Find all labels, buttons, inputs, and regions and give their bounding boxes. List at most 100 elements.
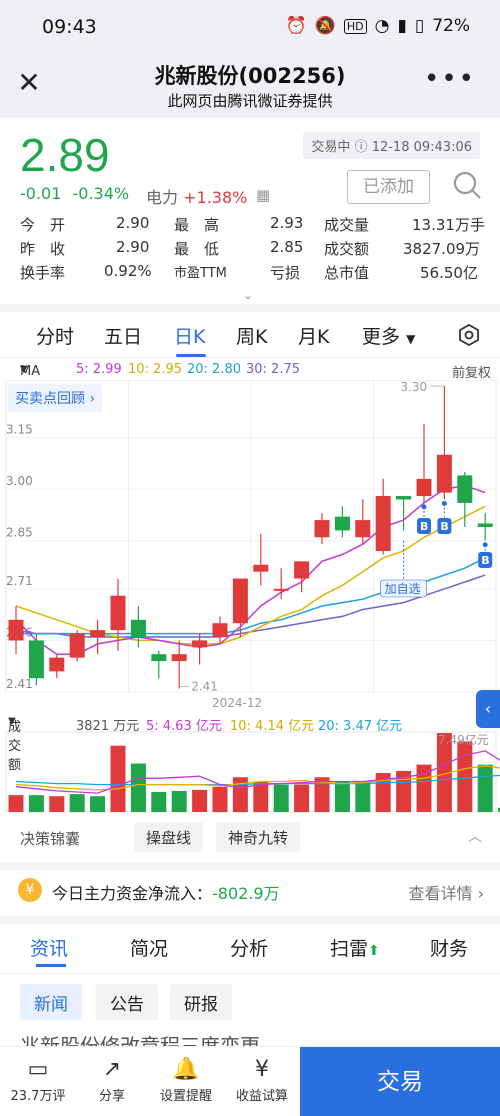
tab-monthly-k[interactable]: 月K [298,322,329,349]
tab-news-info[interactable]: 资讯 [30,934,68,961]
volume-legend: 成交额 ▼ 3821 万元 5: 4.63 亿元 10: 4.14 亿元 20:… [0,714,500,773]
candle-body [151,654,167,662]
y-tick-label: 3.00 [6,474,33,488]
ma5-value: 5: 2.99 [76,362,122,377]
decision-label: 决策锦囊 [20,830,81,848]
y-tick-label: 2.71 [6,574,33,588]
stat-value: 亏损 [270,264,301,282]
yen-shield-icon: ¥ [255,1057,269,1082]
stat-value: 0.92% [104,262,152,280]
search-icon[interactable] [450,168,484,202]
volume-max-label: 7.49亿元 [438,732,489,747]
volume-amount: 3821 万元 [76,719,140,734]
tab-more[interactable]: 更多 ▼ [362,322,415,349]
volume-bar [130,763,146,812]
added-watchlist-button[interactable]: 已添加 [347,170,430,204]
settings-icon[interactable] [458,324,480,346]
view-detail-link[interactable]: 查看详情 › [409,880,485,904]
grid-icon[interactable]: ▦ [256,186,270,204]
share-label: 分享 [98,1089,125,1104]
candle-body [192,640,208,648]
candle-body [396,496,412,500]
caret-down-icon: ▼ [406,332,416,346]
hd-icon: HD [343,18,367,34]
subtab-research[interactable]: 研报 [170,984,232,1020]
volume-bar [28,795,44,812]
tab-daily-k[interactable]: 日K [174,322,205,349]
tab-finance[interactable]: 财务 [430,934,468,961]
buy-marker-dot [441,500,447,506]
stat-label[interactable]: 总市值 [324,262,369,283]
quote-panel: 2.89 交易中 ⓘ 12-18 09:43:06 -0.01 -0.34% 电… [0,118,500,308]
kline-chart[interactable]: 3.153.002.852.712.562.41 7.49亿元 3.302.41… [0,380,500,820]
subtab-news[interactable]: 新闻 [20,984,82,1020]
volume-bar [49,796,65,812]
stat-label: 市盈TTM [174,266,227,281]
stat-label: 换手率 [20,264,66,282]
ma10-value: 10: 2.95 [128,362,182,377]
tab-risk-scan-label: 扫雷 [330,938,369,960]
yen-icon: ¥ [18,878,42,902]
current-price: 2.89 [20,129,110,181]
comments-button[interactable]: ▭ 23.7万评 [6,1055,70,1104]
caret-down-icon: ▼ [8,716,16,727]
buy-sell-review-button[interactable]: 买卖点回顾 › [8,384,103,412]
sector-name: 电力 [146,188,179,207]
tab-weekly-k[interactable]: 周K [236,322,267,349]
volume-bar [457,741,473,812]
volume-bar [477,764,493,812]
candle-body [253,564,269,572]
volume-bar [171,790,187,812]
volume-bar [355,781,371,812]
collapse-chevron-icon[interactable]: ︿ [468,826,482,846]
profit-calculator-button[interactable]: ¥ 收益试算 [230,1055,294,1104]
trade-time: 12-18 09:43:06 [371,140,472,155]
candle-body [212,623,228,637]
info-icon[interactable]: ⓘ [355,140,372,155]
status-icons: ⏰ 🔕 HD ◔ ▮ ▯ 72% [286,16,470,36]
sector-change: +1.38% [183,188,248,207]
add-watch-text: 加自选 [385,582,421,596]
tab-five-day[interactable]: 五日 [104,322,142,349]
tab-minute[interactable]: 分时 [36,322,74,349]
trade-status-text: 交易中 [311,140,351,155]
tab-profile[interactable]: 简况 [130,934,168,961]
magic-nine-button[interactable]: 神奇九转 [216,822,301,852]
candle-body [436,454,452,493]
more-icon[interactable]: ••• [424,64,476,94]
candle-body [477,523,493,527]
sector-info[interactable]: 电力 +1.38% [146,184,247,208]
volume-bar [294,784,310,812]
y-tick-label: 3.15 [6,423,33,437]
operating-line-button[interactable]: 操盘线 [134,822,204,852]
share-button[interactable]: ↗ 分享 [80,1055,144,1104]
expand-chevron-icon[interactable]: ⌄ [243,288,253,302]
battery-icon: ▯ [414,16,425,36]
stat-value: 2.93 [270,214,304,232]
trade-button[interactable]: 交易 [300,1047,500,1116]
tab-risk-scan[interactable]: 扫雷⬆ [330,934,380,961]
fund-flow-row[interactable]: ¥ 今日主力资金净流入：-802.9万 查看详情 › [0,870,500,914]
volume-bar [273,784,289,812]
volume-bar [212,786,228,812]
tab-analysis[interactable]: 分析 [230,934,268,961]
set-alert-button[interactable]: 🔔 设置提醒 [154,1055,218,1104]
stat-label: 昨 收 [20,240,66,258]
alert-label: 设置提醒 [159,1089,212,1104]
stat-value: 2.85 [270,238,304,256]
candle-body [457,475,473,503]
candle-body [90,630,106,637]
stat-label: 最 低 [174,240,220,258]
active-tab-underline [176,354,206,357]
candle-body [49,657,65,672]
candle-body [355,520,371,538]
subtab-announcement[interactable]: 公告 [96,984,158,1020]
arrow-up-icon: ⬆ [368,943,380,959]
y-tick-label: 2.85 [6,526,33,540]
adjust-mode[interactable]: 前复权 [452,362,491,381]
volume-bar [192,789,208,812]
collapse-panel-icon[interactable]: ‹ [476,690,500,728]
battery-percent: 72% [432,16,470,36]
buy-marker-dot [482,542,488,548]
stat-value: 2.90 [116,214,150,232]
